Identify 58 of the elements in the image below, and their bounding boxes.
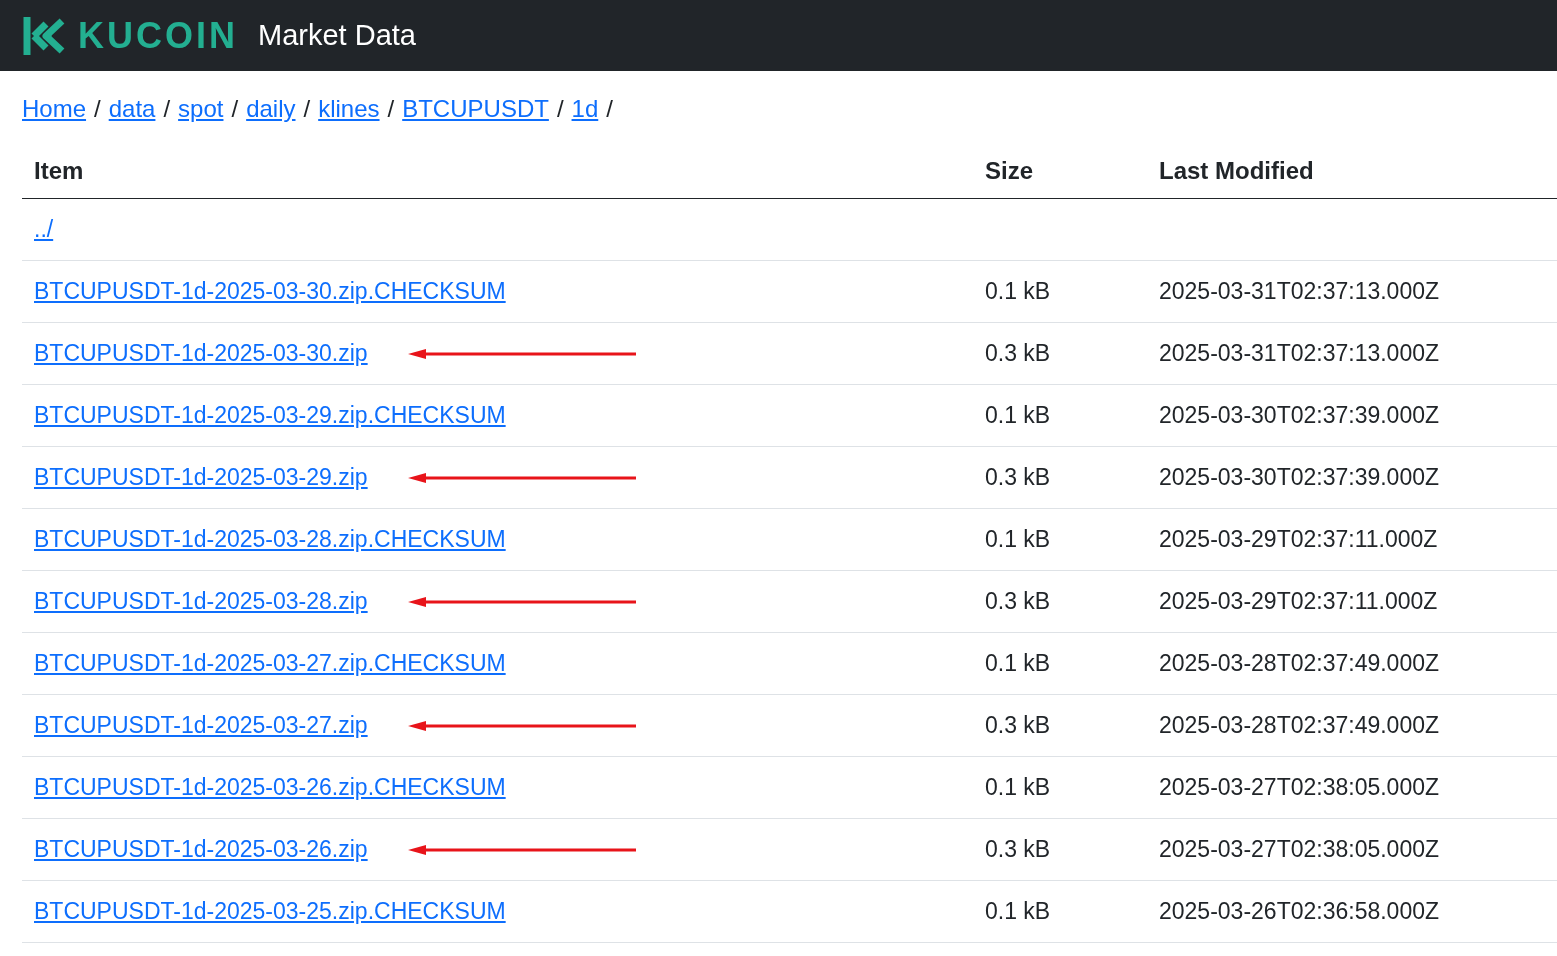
size-cell: 0.1 kB [985,774,1051,801]
modified-cell: 2025-03-31T02:37:13.000Z [1159,278,1440,305]
file-link[interactable]: BTCUPUSDT-1d-2025-03-28.zip.CHECKSUM [34,522,506,557]
column-header: Item [33,155,85,186]
modified-cell: 2025-03-30T02:37:39.000Z [1159,402,1440,429]
modified-cell: 2025-03-29T02:37:11.000Z [1159,526,1438,553]
column-header: Last Modified [1159,155,1315,186]
breadcrumb-separator: / [163,94,171,124]
breadcrumb-separator: / [606,94,613,124]
file-link[interactable]: BTCUPUSDT-1d-2025-03-26.zip.CHECKSUM [34,770,506,805]
file-link[interactable]: BTCUPUSDT-1d-2025-03-29.zip.CHECKSUM [34,398,506,433]
size-cell: 0.1 kB [985,278,1051,305]
size-cell: 0.1 kB [985,898,1051,925]
breadcrumb-separator: / [387,94,395,124]
arrow-icon [407,843,638,856]
breadcrumb-separator: / [303,94,311,124]
file-link[interactable]: BTCUPUSDT-1d-2025-03-25.zip.CHECKSUM [34,894,506,929]
modified-cell: 2025-03-29T02:37:11.000Z [1159,588,1438,615]
breadcrumb-link[interactable]: 1d [571,91,599,127]
file-link[interactable]: BTCUPUSDT-1d-2025-03-26.zip [34,832,368,867]
size-cell: 0.1 kB [985,526,1051,553]
arrow-icon [407,347,638,360]
modified-cell: 2025-03-30T02:37:39.000Z [1159,464,1440,491]
file-link[interactable]: BTCUPUSDT-1d-2025-03-28.zip [34,584,368,619]
size-cell: 0.1 kB [985,650,1051,677]
size-cell: 0.3 kB [985,340,1051,367]
breadcrumb-link[interactable]: klines [318,91,380,127]
arrow-icon [407,595,638,608]
logo-text: KUCOIN [78,13,238,58]
modified-cell: 2025-03-28T02:37:49.000Z [1159,712,1440,739]
file-link[interactable]: BTCUPUSDT-1d-2025-03-27.zip [34,708,368,743]
arrow-icon [407,719,638,732]
file-link[interactable]: BTCUPUSDT-1d-2025-03-27.zip.CHECKSUM [34,646,506,681]
breadcrumb-link[interactable]: spot [178,91,224,127]
size-cell: 0.3 kB [985,836,1051,863]
modified-cell: 2025-03-27T02:38:05.000Z [1159,836,1440,863]
breadcrumb-separator: / [94,94,101,124]
page-title: Market Data [258,17,416,53]
breadcrumb-link[interactable]: Home [22,91,87,127]
modified-cell: 2025-03-27T02:38:05.000Z [1159,774,1440,801]
arrow-icon [407,471,638,484]
breadcrumb-link[interactable]: data [108,91,156,127]
modified-cell: 2025-03-26T02:36:58.000Z [1159,898,1440,925]
size-cell: 0.3 kB [985,712,1051,739]
file-link[interactable]: ../ [34,212,54,247]
breadcrumb-separator: / [231,94,239,124]
size-cell: 0.3 kB [985,588,1051,615]
breadcrumb-link[interactable]: daily [246,91,296,127]
modified-cell: 2025-03-31T02:37:13.000Z [1159,340,1440,367]
size-cell: 0.3 kB [985,464,1051,491]
breadcrumb-link[interactable]: BTCUPUSDT [402,91,549,127]
breadcrumb-separator: / [556,94,564,124]
file-link[interactable]: BTCUPUSDT-1d-2025-03-30.zip [34,336,368,371]
modified-cell: 2025-03-28T02:37:49.000Z [1159,650,1440,677]
size-cell: 0.1 kB [985,402,1051,429]
file-link[interactable]: BTCUPUSDT-1d-2025-03-30.zip.CHECKSUM [34,274,506,309]
column-header: Size [985,155,1035,186]
file-link[interactable]: BTCUPUSDT-1d-2025-03-29.zip [34,460,368,495]
